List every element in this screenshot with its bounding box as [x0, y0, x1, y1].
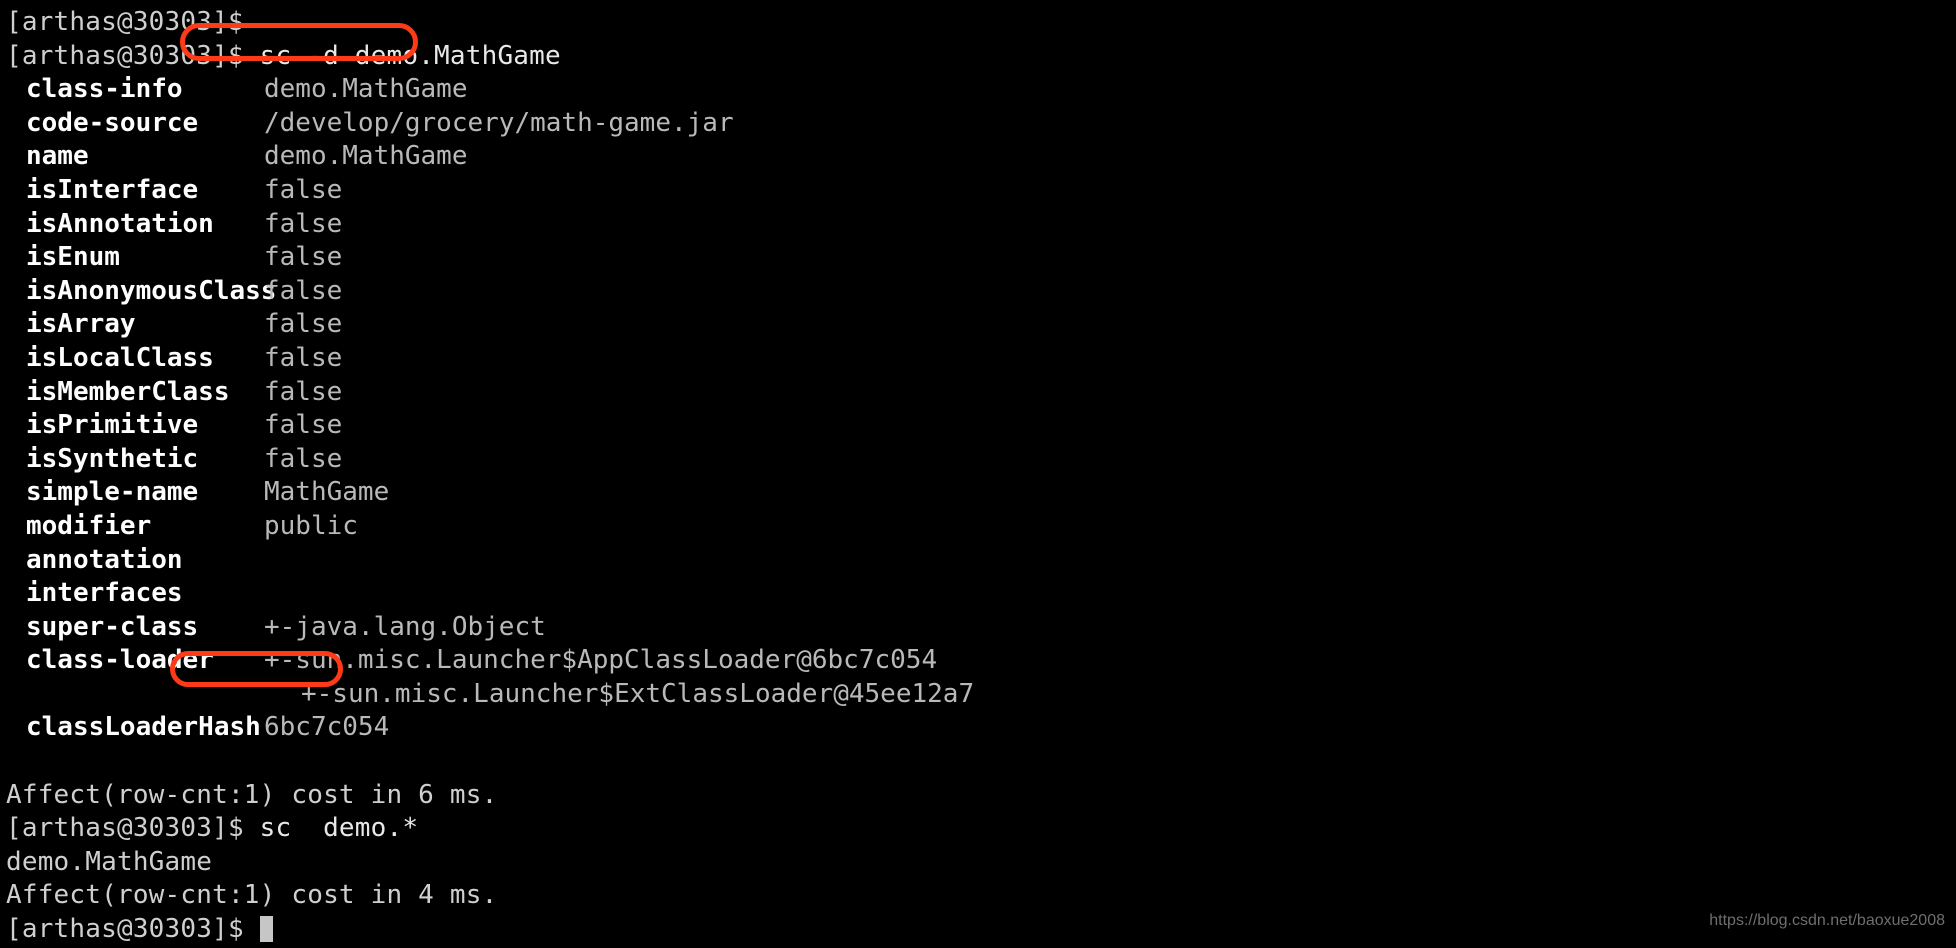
terminal-screen[interactable]: [arthas@30303]$ [arthas@30303]$ sc -d de…: [0, 0, 1956, 948]
property-value: false: [264, 309, 343, 340]
table-row: isPrimitive false: [6, 409, 1956, 443]
watermark-url: https://blog.csdn.net/baoxue2008: [1709, 912, 1945, 929]
property-value: +-java.lang.Object: [264, 611, 546, 642]
property-value: false: [264, 342, 343, 373]
table-row: isLocalClass false: [6, 342, 1956, 376]
table-row: simple-name MathGame: [6, 476, 1956, 510]
property-key: interfaces: [26, 578, 183, 609]
text-cursor[interactable]: [259, 916, 273, 943]
table-row: isAnnotation false: [6, 208, 1956, 242]
property-value: false: [264, 443, 343, 474]
shell-prompt: [arthas@30303]$: [6, 813, 260, 844]
property-value: +-sun.misc.Launcher$AppClassLoader@6bc7c…: [264, 645, 938, 676]
property-key: super-class: [26, 611, 199, 642]
property-value: false: [264, 174, 343, 205]
table-row: interfaces: [6, 577, 1956, 611]
property-key: simple-name: [26, 477, 199, 508]
shell-prompt: [arthas@30303]$: [6, 7, 244, 37]
table-row: isInterface false: [6, 174, 1956, 208]
property-key: isInterface: [26, 174, 199, 205]
property-key: isPrimitive: [26, 410, 199, 441]
command-text-sc-d[interactable]: sc -d demo.MathGame: [260, 41, 561, 71]
table-row: annotation: [6, 544, 1956, 578]
property-value: false: [264, 242, 343, 273]
table-row: super-class +-java.lang.Object: [6, 611, 1956, 645]
property-key: name: [26, 141, 89, 172]
table-row: isSynthetic false: [6, 443, 1956, 477]
command-line-2: [arthas@30303]$ sc demo.*: [6, 812, 1956, 846]
sc-match-result: demo.MathGame: [6, 846, 213, 877]
property-key: isMemberClass: [26, 376, 230, 407]
table-row: classLoaderHash 6bc7c054: [6, 711, 1956, 745]
table-row: isAnonymousClassfalse: [6, 275, 1956, 309]
property-key: modifier: [26, 510, 152, 541]
property-value: demo.MathGame: [264, 141, 468, 172]
property-key: isSynthetic: [26, 443, 199, 474]
terminal-window[interactable]: [arthas@30303]$ [arthas@30303]$ sc -d de…: [0, 0, 1956, 948]
table-row: isArray false: [6, 308, 1956, 342]
table-row: class-info demo.MathGame: [6, 73, 1956, 107]
property-key: isLocalClass: [26, 342, 214, 373]
property-value: public: [264, 510, 358, 541]
property-value: 6bc7c054: [264, 712, 390, 743]
property-key: isAnonymousClass: [26, 275, 277, 306]
property-value: MathGame: [264, 477, 390, 508]
class-loader-child-line: +-sun.misc.Launcher$ExtClassLoader@45ee1…: [301, 678, 975, 709]
property-key: isArray: [26, 309, 136, 340]
property-value: false: [264, 208, 343, 239]
prompt-line-last: [arthas@30303]$: [6, 913, 1956, 947]
property-value: false: [264, 376, 343, 407]
property-key: class-loader: [26, 645, 214, 676]
shell-prompt: [arthas@30303]$: [6, 914, 260, 945]
affect-result-2: Affect(row-cnt:1) cost in 4 ms.: [6, 880, 498, 911]
property-key: classLoaderHash: [26, 712, 261, 743]
property-value: demo.MathGame: [264, 74, 468, 105]
table-row: name demo.MathGame: [6, 140, 1956, 174]
table-row: code-source/develop/grocery/math-game.ja…: [6, 107, 1956, 141]
property-value: /develop/grocery/math-game.jar: [264, 107, 734, 138]
property-value: false: [264, 410, 343, 441]
property-key: annotation: [26, 544, 183, 575]
property-key: isEnum: [26, 242, 120, 273]
table-row: modifier public: [6, 510, 1956, 544]
property-key: isAnnotation: [26, 208, 214, 239]
command-line-1: [arthas@30303]$ sc -d demo.MathGame: [6, 40, 1956, 74]
shell-prompt: [arthas@30303]$: [6, 40, 260, 71]
property-value: false: [264, 275, 343, 306]
table-row: class-loader +-sun.misc.Launcher$AppClass…: [6, 644, 1956, 678]
command-text-sc-wildcard[interactable]: sc demo.*: [260, 813, 419, 843]
property-key: code-source: [26, 107, 199, 138]
table-row: isEnum false: [6, 241, 1956, 275]
property-key: class-info: [26, 74, 183, 105]
table-row: isMemberClass false: [6, 376, 1956, 410]
prompt-line-1: [arthas@30303]$: [6, 6, 1956, 40]
affect-result-1: Affect(row-cnt:1) cost in 6 ms.: [6, 779, 498, 810]
